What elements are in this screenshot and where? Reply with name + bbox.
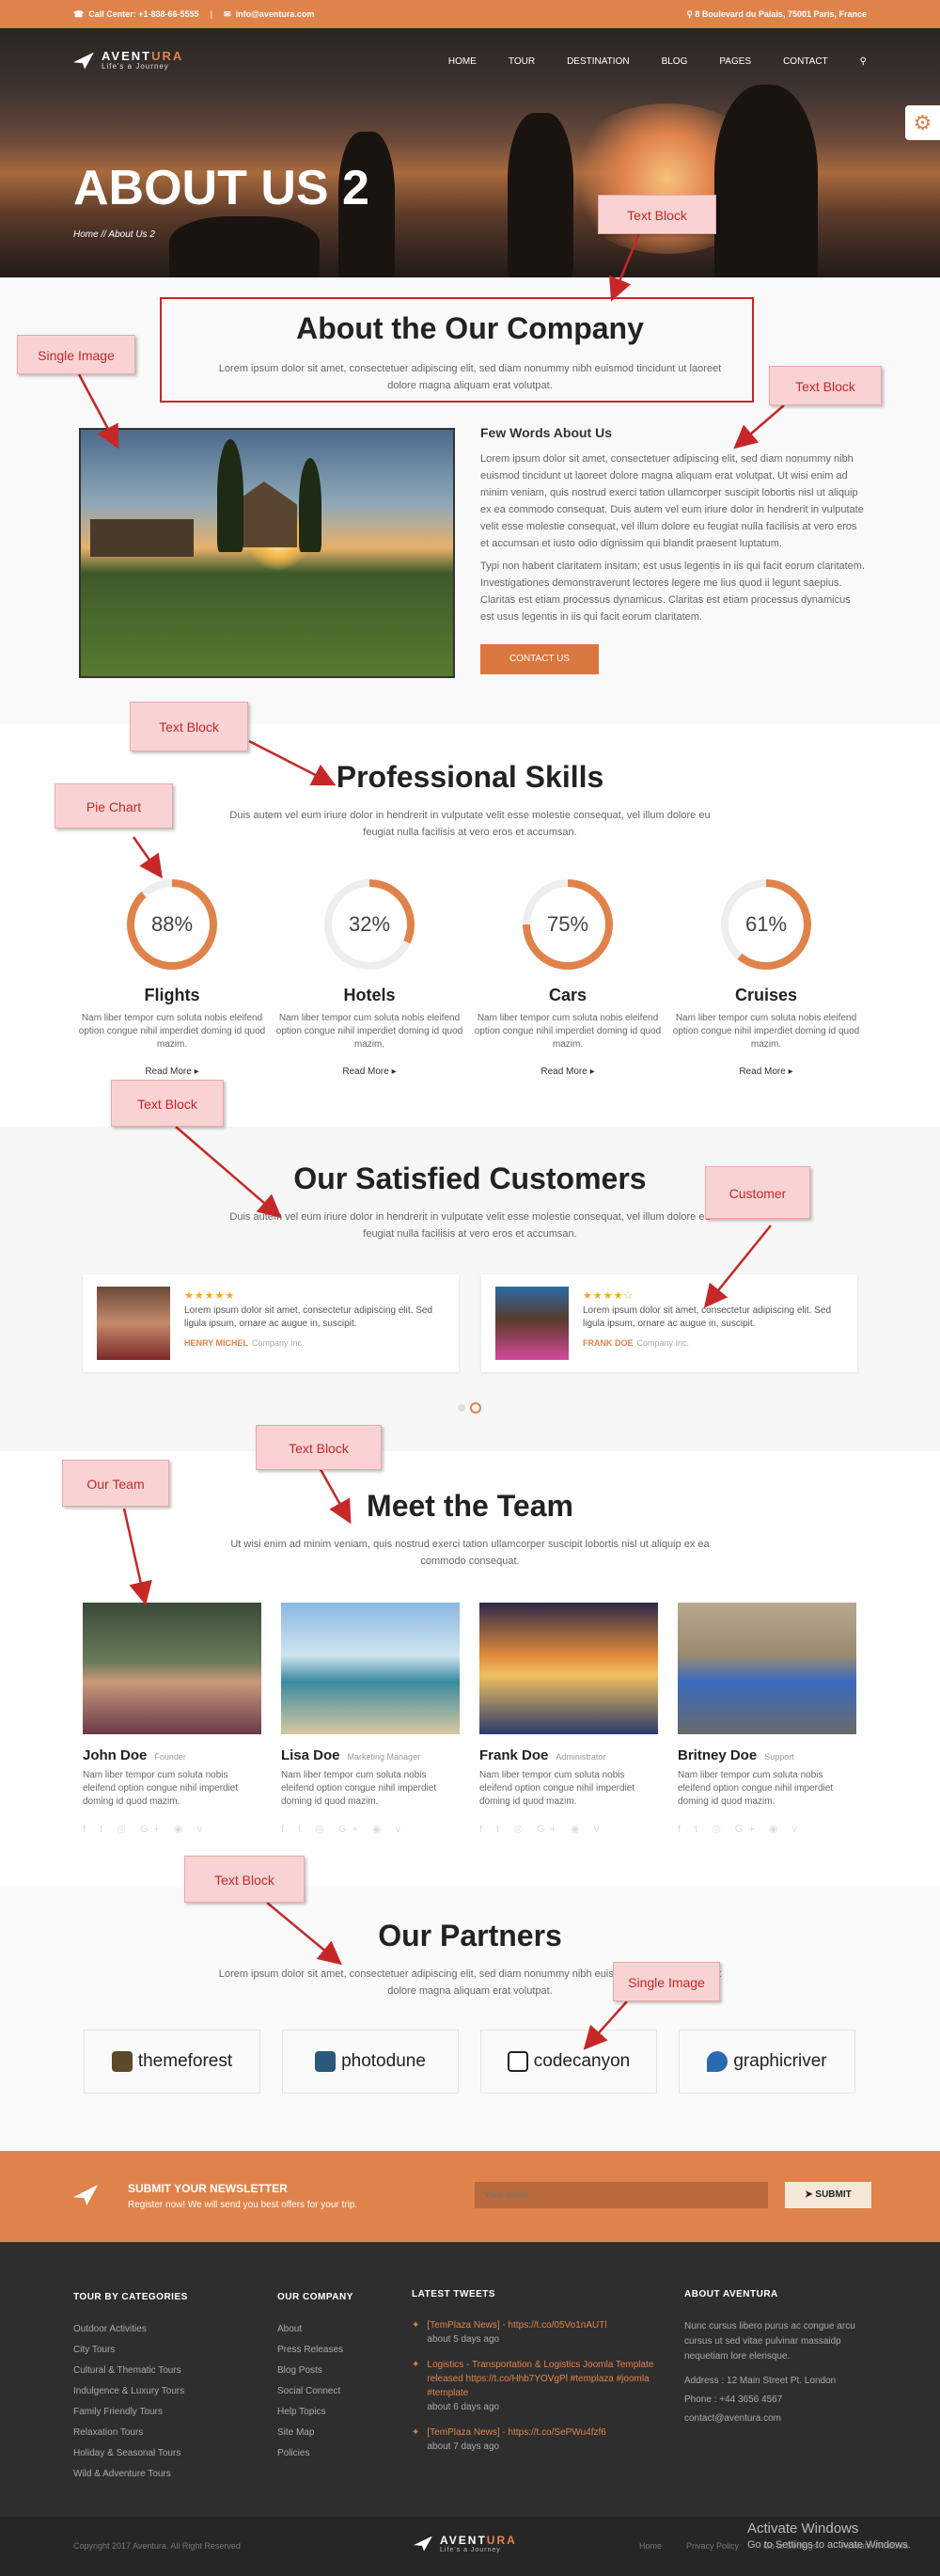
arrow [266, 1902, 342, 1966]
arrow [248, 739, 337, 786]
arrow [316, 1463, 352, 1525]
annotation-callout: Text Block [111, 1080, 224, 1127]
arrow [609, 232, 641, 302]
arrow [132, 836, 163, 879]
annotation-callout: Text Block [130, 702, 248, 751]
annotation-callout: Text Block [256, 1425, 382, 1470]
arrow [77, 373, 119, 450]
annotation-callout: Pie Chart [55, 783, 173, 829]
arrow [583, 2000, 628, 2050]
annotation-callout: Text Block [184, 1856, 305, 1903]
annotation-callout: Text Block [769, 366, 882, 405]
arrow [122, 1508, 152, 1605]
annotation-callout: Text Block [598, 195, 716, 234]
annotation-callout: Our Team [62, 1460, 169, 1507]
arrow [703, 1225, 772, 1308]
arrow [175, 1126, 282, 1219]
annotation-callout: Customer [705, 1166, 810, 1219]
annotation-callout: Single Image [613, 1962, 720, 2001]
arrow [733, 404, 785, 450]
annotation-callout: Single Image [17, 335, 135, 374]
